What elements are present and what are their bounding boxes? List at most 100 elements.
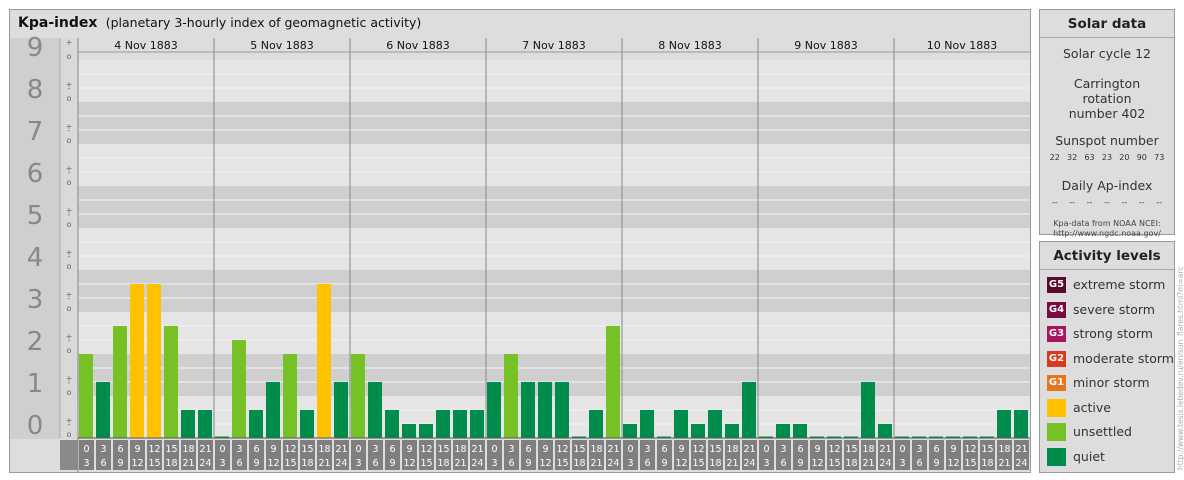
y-subtick-label: o (67, 178, 72, 187)
time-start-label: 21 (199, 444, 211, 455)
time-end-label: 21 (726, 458, 738, 469)
sunspot-value: 23 (1101, 153, 1113, 162)
y-subtick-label: o (67, 430, 72, 439)
y-subtick-label: o (67, 388, 72, 397)
time-end-label: 3 (355, 458, 361, 469)
y-tick-label: 3 (27, 285, 44, 315)
time-start-label: 18 (726, 444, 738, 455)
kp-bar (674, 409, 688, 438)
activity-level-item: G1 minor storm (1040, 371, 1174, 396)
time-end-label: 9 (389, 458, 395, 469)
time-cell-blank (60, 440, 78, 470)
level-label: extreme storm (1073, 277, 1166, 292)
time-start-label: 6 (117, 444, 123, 455)
time-start-label: 12 (556, 444, 568, 455)
time-start-label: 0 (763, 444, 769, 455)
grid-band (78, 354, 1030, 396)
level-label: severe storm (1073, 301, 1155, 317)
level-label: unsettled (1073, 424, 1132, 439)
time-end-label: 3 (763, 458, 769, 469)
time-start-label: 3 (236, 444, 242, 455)
time-end-label: 12 (811, 458, 823, 469)
y-tick-label: 5 (27, 201, 44, 231)
y-subtick-label: - (68, 336, 71, 345)
kp-bar (521, 382, 535, 438)
activity-levels-panel: Activity levels G5 extreme storm G4 severe … (1039, 241, 1175, 473)
activity-levels-list: G5 extreme storm G4 severe storm G3 strong st… (1040, 270, 1174, 469)
time-end-label: 12 (947, 458, 959, 469)
time-end-label: 6 (916, 458, 922, 469)
time-end-label: 21 (998, 458, 1010, 469)
time-start-label: 0 (219, 444, 225, 455)
kp-bar (351, 354, 365, 438)
time-start-label: 12 (284, 444, 296, 455)
time-start-label: 3 (508, 444, 514, 455)
time-end-label: 18 (981, 458, 993, 469)
ap-index-value: -- (1156, 198, 1163, 207)
kp-bar (708, 409, 722, 438)
time-start-label: 6 (797, 444, 803, 455)
solar-data-title: Solar data (1040, 10, 1174, 38)
time-start-label: 12 (148, 444, 160, 455)
y-tick-label: 8 (27, 75, 44, 105)
time-start-label: 18 (998, 444, 1010, 455)
time-start-label: 0 (899, 444, 905, 455)
time-end-label: 9 (525, 458, 531, 469)
kp-bar (997, 409, 1011, 438)
time-start-label: 21 (335, 444, 347, 455)
time-start-label: 3 (100, 444, 106, 455)
time-start-label: 9 (678, 444, 684, 455)
time-end-label: 24 (1015, 458, 1027, 469)
time-end-label: 9 (797, 458, 803, 469)
activity-levels-title: Activity levels (1040, 242, 1174, 270)
time-end-label: 15 (964, 458, 976, 469)
time-start-label: 15 (981, 444, 993, 455)
kp-bar (317, 283, 331, 438)
kp-bar (793, 424, 807, 438)
time-start-label: 18 (862, 444, 874, 455)
y-subtick-label: - (68, 420, 71, 429)
kp-bar (130, 283, 144, 438)
kp-bar (504, 354, 518, 438)
data-source-url: http://www.ngdc.noaa.gov/ (1053, 229, 1161, 238)
kp-bar (113, 325, 127, 438)
grid-band (78, 144, 1030, 186)
y-subtick-label: - (68, 294, 71, 303)
level-badge: G2 (1047, 350, 1066, 367)
time-end-label: 18 (709, 458, 721, 469)
level-label: moderate storm (1073, 350, 1174, 366)
y-subtick-label: o (67, 304, 72, 313)
sunspot-value: 90 (1136, 153, 1147, 162)
time-end-label: 6 (644, 458, 650, 469)
time-end-label: 3 (491, 458, 497, 469)
time-start-label: 6 (525, 444, 531, 455)
time-start-label: 3 (372, 444, 378, 455)
activity-level-item: quiet (1040, 445, 1174, 470)
time-end-label: 21 (318, 458, 330, 469)
grid-band (78, 270, 1030, 312)
y-subtick-label: o (67, 94, 72, 103)
time-end-label: 6 (236, 458, 242, 469)
y-subtick-label: o (67, 346, 72, 355)
kp-bar (606, 325, 620, 438)
y-tick-label: 2 (27, 327, 44, 357)
grid-band (78, 228, 1030, 270)
day-label: 5 Nov 1883 (250, 39, 313, 52)
day-label: 7 Nov 1883 (522, 39, 585, 52)
level-swatch (1047, 398, 1066, 417)
time-end-label: 6 (508, 458, 514, 469)
level-swatch (1047, 423, 1066, 441)
ap-index-values: -- -- -- -- -- -- -- (1040, 198, 1174, 207)
time-end-label: 12 (131, 458, 143, 469)
time-start-label: 18 (454, 444, 466, 455)
time-start-label: 21 (471, 444, 483, 455)
time-start-label: 9 (270, 444, 276, 455)
kp-bar (623, 424, 637, 438)
time-start-label: 0 (355, 444, 361, 455)
day-label: 10 Nov 1883 (927, 39, 997, 52)
kp-bar (419, 424, 433, 438)
y-subtick-label: - (68, 378, 71, 387)
kp-bar (776, 424, 790, 438)
time-start-label: 3 (644, 444, 650, 455)
kp-bar (742, 382, 756, 438)
